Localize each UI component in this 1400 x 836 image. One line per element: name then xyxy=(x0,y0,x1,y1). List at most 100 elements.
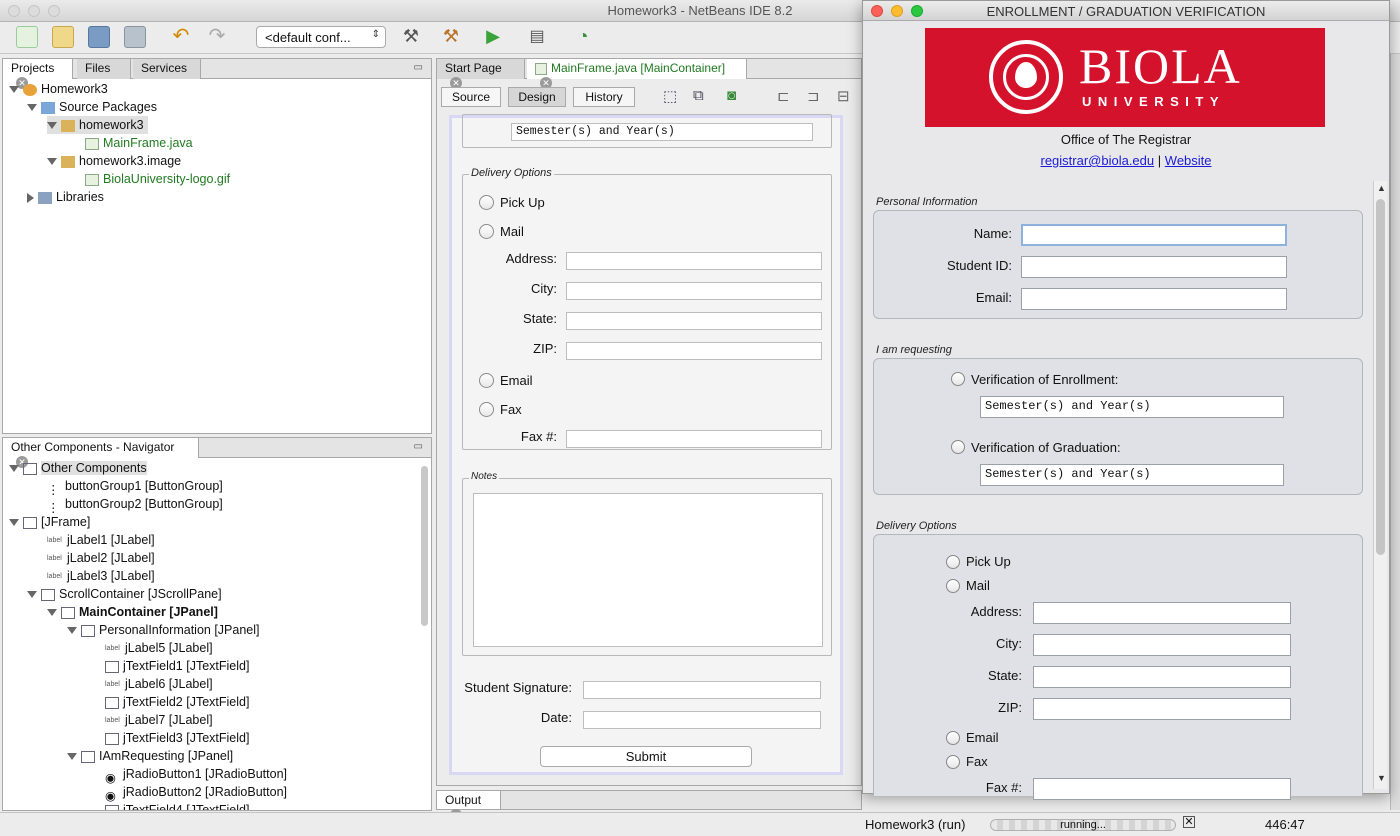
zip-field[interactable] xyxy=(1033,698,1291,720)
address-field[interactable] xyxy=(1033,602,1291,624)
address-label: Address: xyxy=(505,251,557,266)
enrollment-radio[interactable] xyxy=(951,372,965,386)
nav-item[interactable]: label jLabel3 [JLabel] xyxy=(47,567,155,585)
zip-field[interactable] xyxy=(566,342,822,360)
notes-textarea[interactable] xyxy=(473,493,823,647)
history-view-button[interactable]: History xyxy=(573,87,635,107)
fax-number-field[interactable] xyxy=(1033,778,1291,800)
scroll-up-icon[interactable]: ▲ xyxy=(1377,183,1386,193)
tab-services[interactable]: Services xyxy=(133,59,201,79)
tab-mainframe[interactable]: MainFrame.java [MainContainer]✕ xyxy=(527,59,747,89)
nav-item[interactable]: [JFrame] xyxy=(9,513,90,531)
nav-item[interactable]: jTextField1 [JTextField] xyxy=(105,657,249,675)
mail-radio[interactable] xyxy=(946,579,960,593)
tree-item-logo-gif[interactable]: BiolaUniversity-logo.gif xyxy=(85,170,230,188)
new-project-icon[interactable] xyxy=(52,26,74,48)
cancel-task-icon[interactable]: ✕ xyxy=(1183,816,1195,828)
state-field[interactable] xyxy=(1033,666,1291,688)
city-field[interactable] xyxy=(566,282,822,300)
graduation-radio[interactable] xyxy=(951,440,965,454)
state-field[interactable] xyxy=(566,312,822,330)
nav-item[interactable]: label jLabel1 [JLabel] xyxy=(47,531,155,549)
scrollbar-thumb[interactable] xyxy=(1376,199,1385,555)
redo-icon[interactable]: ↷ xyxy=(206,26,228,48)
tree-item-image-package[interactable]: homework3.image xyxy=(47,152,181,170)
nav-item[interactable]: IAmRequesting [JPanel] xyxy=(67,747,233,765)
nav-item[interactable]: MainContainer [JPanel] xyxy=(47,603,218,621)
connection-mode-icon[interactable]: ⧉ xyxy=(693,87,704,104)
email-radio[interactable] xyxy=(946,731,960,745)
new-file-icon[interactable] xyxy=(16,26,38,48)
minimize-icon[interactable]: ▭ xyxy=(414,441,423,452)
student-id-field[interactable] xyxy=(1021,256,1287,278)
nav-item[interactable]: PersonalInformation [JPanel] xyxy=(67,621,260,639)
tab-output[interactable]: Output✕ xyxy=(437,791,501,821)
pickup-label: Pick Up xyxy=(500,195,545,210)
nav-item[interactable]: label jLabel6 [JLabel] xyxy=(105,675,213,693)
nav-item[interactable]: Other Components xyxy=(9,459,147,477)
mail-radio[interactable] xyxy=(479,224,494,239)
fax-number-field[interactable] xyxy=(566,430,822,448)
pickup-radio[interactable] xyxy=(479,195,494,210)
signature-field[interactable] xyxy=(583,681,821,699)
configuration-select[interactable]: <default conf... ⇕ xyxy=(256,26,386,48)
scroll-down-icon[interactable]: ▼ xyxy=(1377,773,1386,783)
java-file-icon xyxy=(85,137,99,150)
open-project-icon[interactable] xyxy=(88,26,110,48)
align-left-icon[interactable]: ⊏ xyxy=(777,87,790,105)
panel-icon xyxy=(61,606,75,619)
nav-item[interactable]: jTextField3 [JTextField] xyxy=(105,729,249,747)
profile-icon[interactable]: ◔ xyxy=(572,26,594,48)
textfield-icon xyxy=(105,804,119,810)
submit-button[interactable]: Submit xyxy=(540,746,752,767)
nav-item[interactable]: ⋮ buttonGroup1 [ButtonGroup] xyxy=(47,477,223,497)
nav-item[interactable]: ◉ jRadioButton1 [JRadioButton] xyxy=(105,765,287,785)
undo-icon[interactable]: ↶ xyxy=(170,26,192,48)
nav-item[interactable]: label jLabel5 [JLabel] xyxy=(105,639,213,657)
tree-item-source-packages[interactable]: Source Packages xyxy=(27,98,157,116)
tree-item-project[interactable]: Homework3 xyxy=(9,80,108,98)
name-field[interactable] xyxy=(1021,224,1287,246)
nav-item[interactable]: ◉ jRadioButton2 [JRadioButton] xyxy=(105,783,287,803)
nav-item[interactable]: jTextField4 [JTextField] xyxy=(105,801,249,810)
tree-item-homework3[interactable]: homework3 xyxy=(47,116,148,134)
clean-build-icon[interactable]: ⚒ xyxy=(440,26,462,48)
minimize-icon[interactable]: ▭ xyxy=(414,62,423,73)
run-icon[interactable]: ▶ xyxy=(482,26,504,48)
fax-radio[interactable] xyxy=(946,755,960,769)
email-field[interactable] xyxy=(1021,288,1287,310)
nav-item[interactable]: ScrollContainer [JScrollPane] xyxy=(27,585,222,603)
tab-navigator[interactable]: Other Components - Navigator✕ xyxy=(3,438,199,468)
email-radio[interactable] xyxy=(479,373,494,388)
save-all-icon[interactable] xyxy=(124,26,146,48)
date-field[interactable] xyxy=(583,711,821,729)
fax-radio[interactable] xyxy=(479,402,494,417)
build-icon[interactable]: ⚒ xyxy=(400,26,422,48)
graduation-semester-field[interactable]: Semester(s) and Year(s) xyxy=(980,464,1284,486)
tree-item-libraries[interactable]: Libraries xyxy=(27,188,104,206)
pickup-radio[interactable] xyxy=(946,555,960,569)
tab-start-page[interactable]: Start Page✕ xyxy=(437,59,525,89)
semester-field[interactable]: Semester(s) and Year(s) xyxy=(511,123,813,141)
nav-item[interactable]: ⋮ buttonGroup2 [ButtonGroup] xyxy=(47,495,223,515)
selection-mode-icon[interactable]: ⬚ xyxy=(663,87,677,105)
website-link[interactable]: Website xyxy=(1165,153,1212,168)
tab-files[interactable]: Files xyxy=(77,59,131,79)
nav-item[interactable]: jTextField2 [JTextField] xyxy=(105,693,249,711)
design-view-button[interactable]: Design xyxy=(508,87,566,107)
align-right-icon[interactable]: ⊐ xyxy=(807,87,820,105)
enrollment-semester-field[interactable]: Semester(s) and Year(s) xyxy=(980,396,1284,418)
nav-item[interactable]: label jLabel2 [JLabel] xyxy=(47,549,155,567)
source-view-button[interactable]: Source xyxy=(441,87,501,107)
city-field[interactable] xyxy=(1033,634,1291,656)
verification-scrollbar[interactable]: ▲ ▼ xyxy=(1373,181,1387,789)
nav-item[interactable]: label jLabel7 [JLabel] xyxy=(105,711,213,729)
debug-icon[interactable]: ▤ xyxy=(526,26,548,48)
preview-design-icon[interactable]: ◙ xyxy=(727,87,736,104)
registrar-email-link[interactable]: registrar@biola.edu xyxy=(1040,153,1154,168)
navigator-scrollbar[interactable] xyxy=(421,466,428,626)
align-center-icon[interactable]: ⊟ xyxy=(837,87,850,105)
tab-projects[interactable]: Projects✕ xyxy=(3,59,73,89)
address-field[interactable] xyxy=(566,252,822,270)
tree-item-mainframe[interactable]: MainFrame.java xyxy=(85,134,193,152)
